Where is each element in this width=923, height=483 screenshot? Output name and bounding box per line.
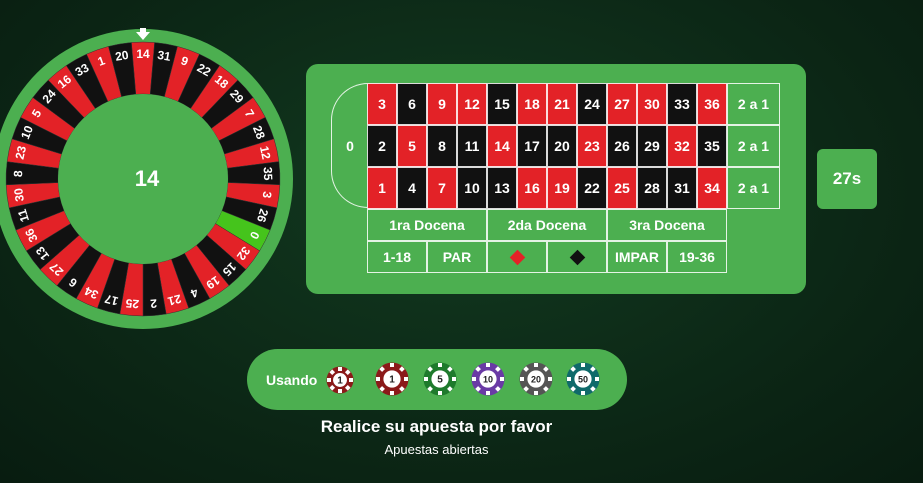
bet-number[interactable]: 35 — [697, 125, 727, 167]
bet-column[interactable]: 2 a 1 — [727, 83, 780, 125]
wheel-pocket-number: 8 — [11, 170, 25, 178]
bet-number[interactable]: 15 — [487, 83, 517, 125]
bet-dozen[interactable]: 3ra Docena — [607, 209, 727, 241]
bet-number[interactable]: 28 — [637, 167, 667, 209]
bet-number[interactable]: 14 — [487, 125, 517, 167]
bet-zero[interactable]: 0 — [331, 83, 368, 208]
wheel-pocket-number: 35 — [261, 167, 276, 181]
bet-number[interactable]: 36 — [697, 83, 727, 125]
bet-number[interactable]: 10 — [457, 167, 487, 209]
bet-number[interactable]: 13 — [487, 167, 517, 209]
bet-number[interactable]: 29 — [637, 125, 667, 167]
bet-number[interactable]: 22 — [577, 167, 607, 209]
bet-number[interactable]: 2 — [367, 125, 397, 167]
bet-number[interactable]: 21 — [547, 83, 577, 125]
wheel-pocket-number: 30 — [11, 187, 27, 202]
wheel-graphic: 14 31 9 22182972812353260321519421225173462… — [0, 28, 293, 329]
black-diamond-icon — [569, 249, 585, 265]
wheel-pocket-number: 20 — [114, 48, 130, 64]
wheel-pocket-number: 14 — [136, 47, 150, 61]
chip-20[interactable]: 20 — [519, 362, 553, 396]
using-label: Usando — [266, 372, 318, 388]
svg-text:5: 5 — [437, 375, 443, 386]
bet-number[interactable]: 16 — [517, 167, 547, 209]
wheel-pocket-number: 31 — [156, 48, 172, 64]
selected-chip: 1 — [326, 366, 354, 394]
countdown-timer: 27s — [817, 149, 877, 209]
status-message: Realice su apuesta por favor — [320, 417, 553, 436]
bet-odd[interactable]: IMPAR — [607, 241, 667, 273]
bet-number[interactable]: 6 — [397, 83, 427, 125]
bet-number[interactable]: 3 — [367, 83, 397, 125]
bet-number[interactable]: 17 — [517, 125, 547, 167]
bet-number[interactable]: 26 — [607, 125, 637, 167]
bet-number[interactable]: 23 — [577, 125, 607, 167]
bet-number[interactable]: 25 — [607, 167, 637, 209]
bet-number[interactable]: 20 — [547, 125, 577, 167]
bet-dozen[interactable]: 2da Docena — [487, 209, 607, 241]
wheel-result: 14 — [135, 166, 160, 191]
roulette-wheel: 14 31 9 22 18 29 7 28 12 35 3 26 0 32 15 19 4 21 2 25 17 34 6 2… — [0, 28, 296, 330]
bet-number[interactable]: 31 — [667, 167, 697, 209]
bet-column[interactable]: 2 a 1 — [727, 125, 780, 167]
bet-even[interactable]: PAR — [427, 241, 487, 273]
bet-high[interactable]: 19-36 — [667, 241, 727, 273]
bet-red[interactable] — [487, 241, 547, 273]
bet-number[interactable]: 5 — [397, 125, 427, 167]
bet-dozen[interactable]: 1ra Docena — [367, 209, 487, 241]
bet-number[interactable]: 33 — [667, 83, 697, 125]
bet-number[interactable]: 24 — [577, 83, 607, 125]
bet-number[interactable]: 8 — [427, 125, 457, 167]
bet-number[interactable]: 12 — [457, 83, 487, 125]
bet-number[interactable]: 11 — [457, 125, 487, 167]
chip-1[interactable]: 1 — [375, 362, 409, 396]
bet-number[interactable]: 30 — [637, 83, 667, 125]
bet-number[interactable]: 34 — [697, 167, 727, 209]
svg-text:1: 1 — [389, 375, 395, 386]
bet-low[interactable]: 1-18 — [367, 241, 427, 273]
bet-number[interactable]: 1 — [367, 167, 397, 209]
bet-number[interactable]: 19 — [547, 167, 577, 209]
wheel-pocket-number: 25 — [125, 296, 140, 311]
bet-number[interactable]: 7 — [427, 167, 457, 209]
bet-number[interactable]: 27 — [607, 83, 637, 125]
svg-text:20: 20 — [531, 375, 541, 385]
svg-text:50: 50 — [578, 375, 588, 385]
bet-column[interactable]: 2 a 1 — [727, 167, 780, 209]
bet-number[interactable]: 18 — [517, 83, 547, 125]
chip-10[interactable]: 10 — [471, 362, 505, 396]
red-diamond-icon — [509, 249, 525, 265]
chip-50[interactable]: 50 — [566, 362, 600, 396]
bet-number[interactable]: 32 — [667, 125, 697, 167]
status-submessage: Apuestas abiertas — [384, 442, 489, 457]
bet-number[interactable]: 9 — [427, 83, 457, 125]
chip-5[interactable]: 5 — [423, 362, 457, 396]
bet-black[interactable] — [547, 241, 607, 273]
bet-number[interactable]: 4 — [397, 167, 427, 209]
svg-text:10: 10 — [483, 375, 493, 385]
svg-text:1: 1 — [337, 376, 343, 387]
